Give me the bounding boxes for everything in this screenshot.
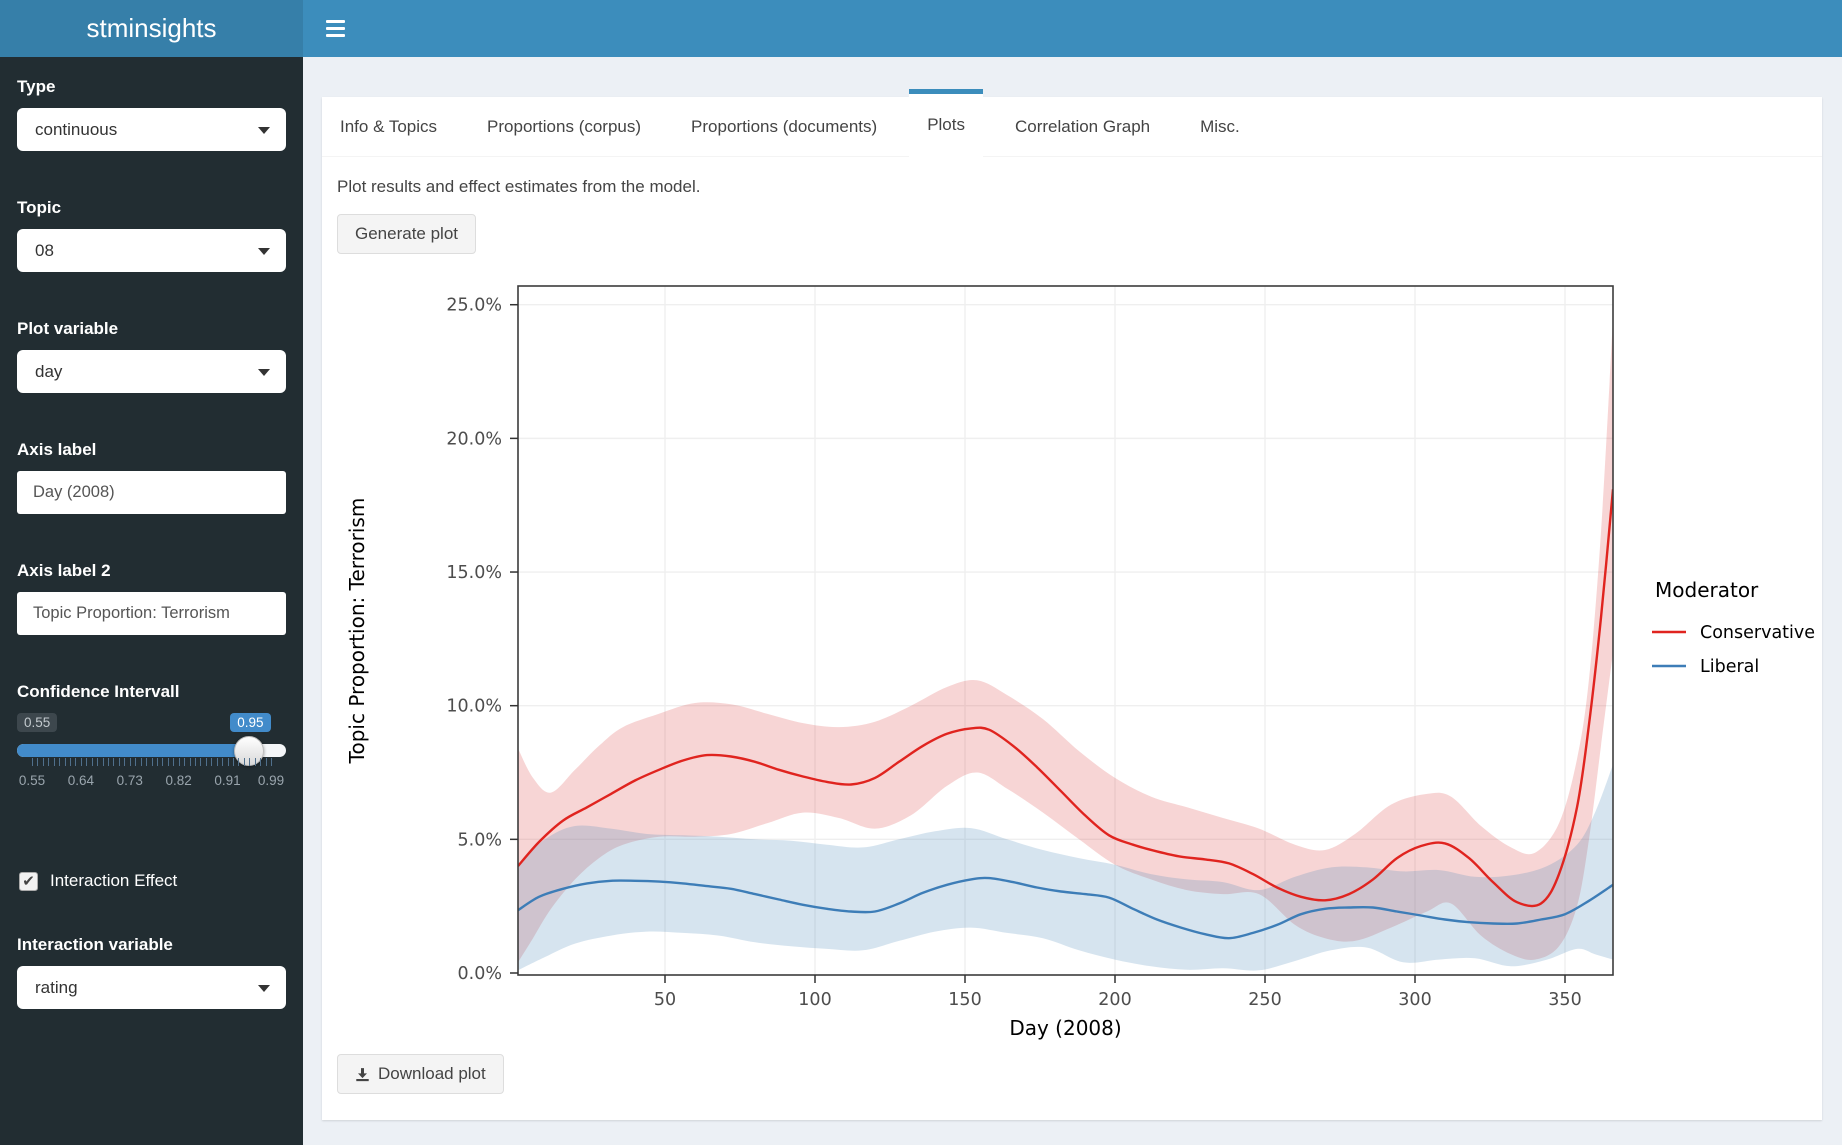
chevron-down-icon [258,369,270,376]
type-select-value: continuous [35,120,117,139]
svg-text:150: 150 [948,990,981,1010]
download-plot-button[interactable]: Download plot [337,1054,504,1094]
svg-text:15.0%: 15.0% [446,563,502,583]
svg-text:350: 350 [1548,990,1581,1010]
app-logo[interactable]: stminsights [0,0,303,57]
confidence-interval-label: Confidence Intervall [17,682,286,702]
effect-plot: 0.0% 5.0% 10.0% 15.0% 20.0% 25.0% 50 100 150 200 2… [340,240,1840,1040]
slider-tick-labels: 0.550.640.730.820.910.99 [17,773,286,789]
svg-text:10.0%: 10.0% [446,697,502,717]
sidebar-toggle-button[interactable] [311,0,359,57]
field-topic: Topic 08 [17,198,286,272]
axis-label-label: Axis label [17,440,286,460]
slider-ticks [17,758,286,768]
tab-proportions-corpus[interactable]: Proportions (corpus) [469,97,659,156]
svg-text:Liberal: Liberal [1700,657,1759,677]
slider-fill [17,744,249,757]
download-plot-label: Download plot [378,1064,486,1084]
svg-text:200: 200 [1098,990,1131,1010]
svg-text:0.0%: 0.0% [458,964,502,984]
tab-correlation-graph[interactable]: Correlation Graph [997,97,1168,156]
plot-variable-select[interactable]: day [17,350,286,393]
download-icon [355,1067,370,1082]
confidence-interval-slider[interactable]: 0.55 0.95 0.550.640.730.820.910.99 [17,713,286,813]
axis-label-input[interactable] [17,471,286,514]
interaction-effect-checkbox[interactable]: ✔ [19,872,38,891]
interaction-effect-label: Interaction Effect [50,871,177,891]
svg-text:50: 50 [654,990,676,1010]
interaction-variable-select-value: rating [35,978,78,997]
chevron-down-icon [258,248,270,255]
type-select[interactable]: continuous [17,108,286,151]
tab-description: Plot results and effect estimates from t… [337,177,1807,197]
interaction-variable-select[interactable]: rating [17,966,286,1009]
svg-text:300: 300 [1398,990,1431,1010]
tab-misc[interactable]: Misc. [1182,97,1258,156]
interaction-variable-label: Interaction variable [17,935,286,955]
svg-text:Topic Proportion: Terrorism: Topic Proportion: Terrorism [345,498,369,765]
svg-text:20.0%: 20.0% [446,429,502,449]
type-label: Type [17,77,286,97]
interaction-effect-checkbox-row[interactable]: ✔ Interaction Effect [19,871,286,891]
svg-text:100: 100 [798,990,831,1010]
svg-text:Conservative: Conservative [1700,623,1815,643]
tab-bar: Info & TopicsProportions (corpus)Proport… [322,97,1822,157]
field-type: Type continuous [17,77,286,151]
tab-proportions-documents[interactable]: Proportions (documents) [673,97,895,156]
tab-card: Info & TopicsProportions (corpus)Proport… [322,97,1822,1120]
slider-value-badge: 0.95 [230,713,270,732]
plot-variable-label: Plot variable [17,319,286,339]
topic-label: Topic [17,198,286,218]
chevron-down-icon [258,127,270,134]
field-axis-label: Axis label [17,440,286,514]
svg-text:25.0%: 25.0% [446,296,502,316]
top-navbar [303,0,1842,57]
tab-plots[interactable]: Plots [909,89,983,158]
field-axis-label2: Axis label 2 [17,561,286,635]
hamburger-icon [326,20,345,23]
svg-text:250: 250 [1248,990,1281,1010]
chevron-down-icon [258,985,270,992]
slider-min-badge: 0.55 [17,713,57,732]
sidebar: Type continuous Topic 08 Plot variable d… [0,57,303,1145]
topic-select-value: 08 [35,241,54,260]
field-interaction-variable: Interaction variable rating [17,935,286,1009]
axis-label2-input[interactable] [17,592,286,635]
field-plot-variable: Plot variable day [17,319,286,393]
effect-plot-svg: 0.0% 5.0% 10.0% 15.0% 20.0% 25.0% 50 100 150 200 2… [340,240,1840,1040]
tab-info-topics[interactable]: Info & Topics [322,97,455,156]
svg-text:Moderator: Moderator [1655,578,1759,602]
field-confidence-interval: Confidence Intervall 0.55 0.95 0.550.640… [17,682,286,813]
axis-label2-label: Axis label 2 [17,561,286,581]
svg-text:Day (2008): Day (2008) [1009,1016,1121,1040]
plot-variable-select-value: day [35,362,62,381]
svg-text:5.0%: 5.0% [458,830,502,850]
topic-select[interactable]: 08 [17,229,286,272]
